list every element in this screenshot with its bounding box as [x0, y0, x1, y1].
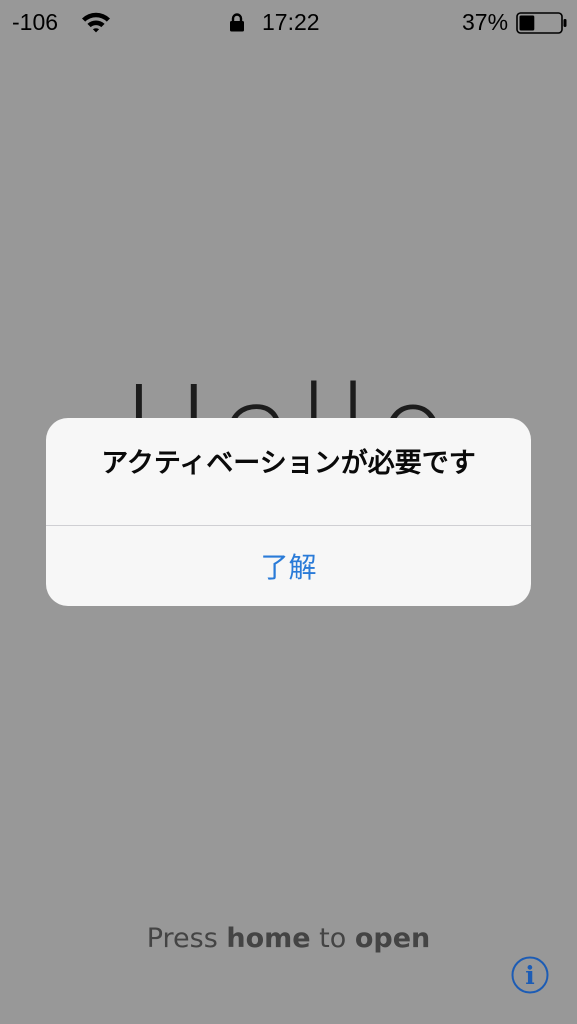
- activation-alert: 了解: [46, 418, 531, 606]
- battery-icon: [516, 12, 567, 34]
- prompt-text-open: open: [354, 923, 431, 954]
- press-home-prompt: Press home to open: [0, 922, 577, 956]
- battery-percent: 37%: [462, 9, 509, 35]
- prompt-text-home: home: [226, 923, 311, 954]
- wifi-icon: [82, 12, 110, 33]
- svg-text:i: i: [525, 961, 535, 990]
- ok-button[interactable]: 了解: [46, 526, 531, 606]
- info-icon[interactable]: i: [511, 956, 549, 994]
- prompt-text-to: to: [310, 923, 355, 954]
- lock-screen: -106 17:22 37% Hello 了解 アクティベーションが必要です P…: [0, 0, 577, 1024]
- status-bar: -106 17:22 37%: [0, 0, 577, 44]
- alert-title: アクティベーションが必要です: [101, 448, 476, 479]
- signal-strength: -106: [12, 9, 59, 35]
- clock-time: 17:22: [262, 9, 320, 35]
- prompt-text-press: Press: [146, 923, 227, 954]
- lock-icon: [230, 13, 244, 32]
